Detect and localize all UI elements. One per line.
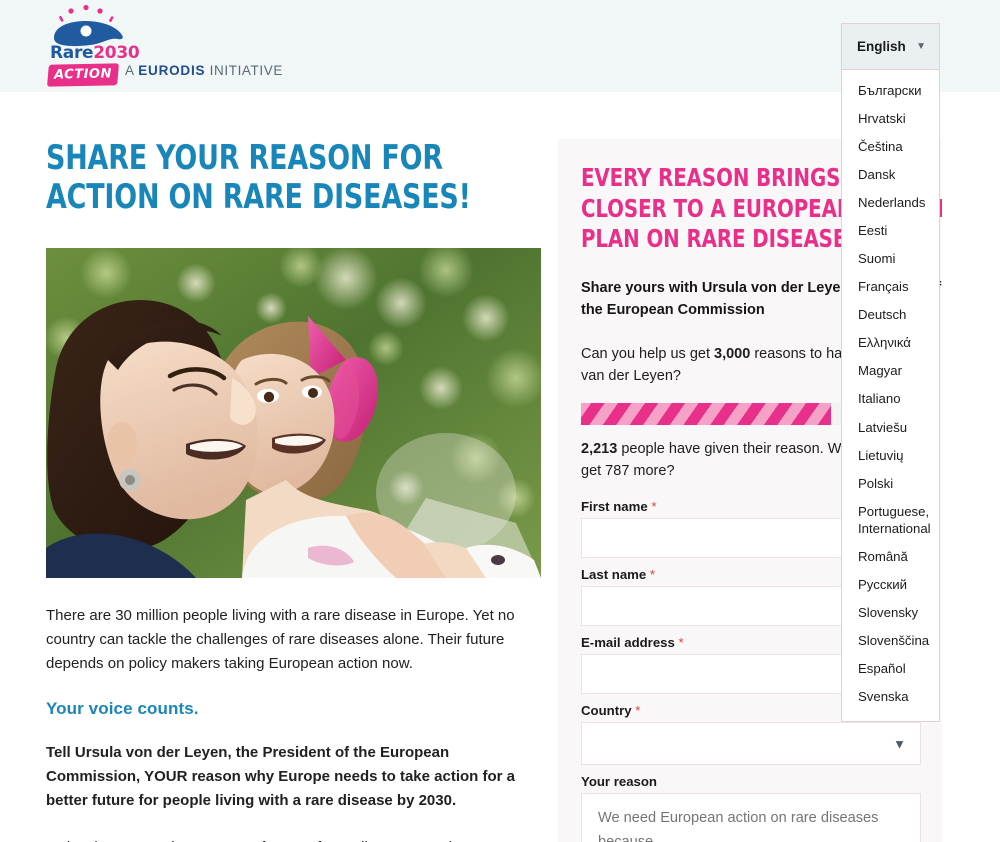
progress-bar-fill <box>581 402 832 425</box>
required-marker: * <box>649 567 656 582</box>
language-option[interactable]: Latviešu <box>842 414 939 442</box>
country-select[interactable]: ▼ <box>581 722 921 765</box>
language-option[interactable]: Русский <box>842 571 939 599</box>
language-option[interactable]: Portuguese, International <box>842 498 939 543</box>
your-reason-textarea[interactable] <box>581 793 921 842</box>
language-selector[interactable]: English ▼ Български Hrvatski Čeština Dan… <box>841 23 940 722</box>
language-option[interactable]: Suomi <box>842 245 939 273</box>
language-option[interactable]: Dansk <box>842 161 939 189</box>
goal-number: 3,000 <box>714 345 751 362</box>
logo-word-year: 2030 <box>93 43 140 63</box>
language-option[interactable]: Slovenščina <box>842 627 939 655</box>
counter-count: 2,213 <box>581 440 618 457</box>
language-option[interactable]: Slovensky <box>842 599 939 627</box>
hero-photo-illustration <box>46 247 541 578</box>
label-last-name-text: Last name <box>581 567 647 582</box>
language-option[interactable]: Français <box>842 274 939 302</box>
label-your-reason-text: Your reason <box>581 774 657 789</box>
initiative-prefix: A <box>125 63 139 78</box>
initiative-brand: EURODIS <box>138 63 206 78</box>
voice-counts-subheading: Your voice counts. <box>46 698 199 718</box>
language-option[interactable]: Čeština <box>842 133 939 161</box>
hero-photo <box>46 247 541 578</box>
language-option[interactable]: Eesti <box>842 217 939 245</box>
language-option[interactable]: Български <box>842 77 939 105</box>
page-title: Share your reason for action on rare dis… <box>46 138 471 218</box>
language-option[interactable]: Hrvatski <box>842 105 939 133</box>
language-option[interactable]: Español <box>842 655 939 683</box>
language-options-list[interactable]: Български Hrvatski Čeština Dansk Nederla… <box>841 70 940 722</box>
call-to-action-paragraph: Tell Ursula von der Leyen, the President… <box>46 743 515 810</box>
left-body-text: There are 30 million people living with … <box>46 604 541 842</box>
label-first-name-text: First name <box>581 499 648 514</box>
chevron-down-icon: ▼ <box>916 40 926 52</box>
language-option[interactable]: Polski <box>842 470 939 498</box>
required-marker: * <box>635 703 641 718</box>
language-option[interactable]: Lietuvių <box>842 442 939 470</box>
language-option[interactable]: Deutsch <box>842 302 939 330</box>
language-selected-label: English <box>857 39 906 54</box>
required-marker: * <box>678 635 684 650</box>
logo-wordmark: Rare2030 <box>50 43 140 63</box>
required-marker: * <box>651 499 657 514</box>
initiative-suffix: INITIATIVE <box>205 63 283 78</box>
language-option[interactable]: Ελληνικά <box>842 330 939 358</box>
language-option[interactable]: Magyar <box>842 358 939 386</box>
eurordis-initiative-text: A EURODIS INITIATIVE <box>125 63 283 78</box>
language-option[interactable]: Svenska <box>842 684 939 712</box>
logo-action-badge: ACTION <box>47 63 119 87</box>
page-root: Rare2030 ACTION A EURODIS INITIATIVE Eng… <box>0 0 1000 842</box>
logo-action-label: ACTION <box>53 66 113 83</box>
chevron-down-icon: ▼ <box>893 736 906 751</box>
label-your-reason: Your reason <box>581 774 920 789</box>
label-country-text: Country <box>581 703 632 718</box>
language-option[interactable]: Română <box>842 543 939 571</box>
treatments-paragraph: Today there are only treatments for 6% o… <box>46 836 541 842</box>
goal-text-before: Can you help us get <box>581 345 715 362</box>
language-select-button[interactable]: English ▼ <box>841 23 940 70</box>
intro-paragraph: There are 30 million people living with … <box>46 606 515 673</box>
language-option[interactable]: Italiano <box>842 386 939 414</box>
field-your-reason: Your reason <box>581 774 921 842</box>
label-email-address-text: E-mail address <box>581 635 675 650</box>
left-content-column: Share your reason for action on rare dis… <box>46 138 541 842</box>
rare2030-logo[interactable]: Rare2030 ACTION <box>47 4 140 88</box>
logo-word-rare: Rare <box>50 43 94 63</box>
language-option[interactable]: Nederlands <box>842 189 939 217</box>
